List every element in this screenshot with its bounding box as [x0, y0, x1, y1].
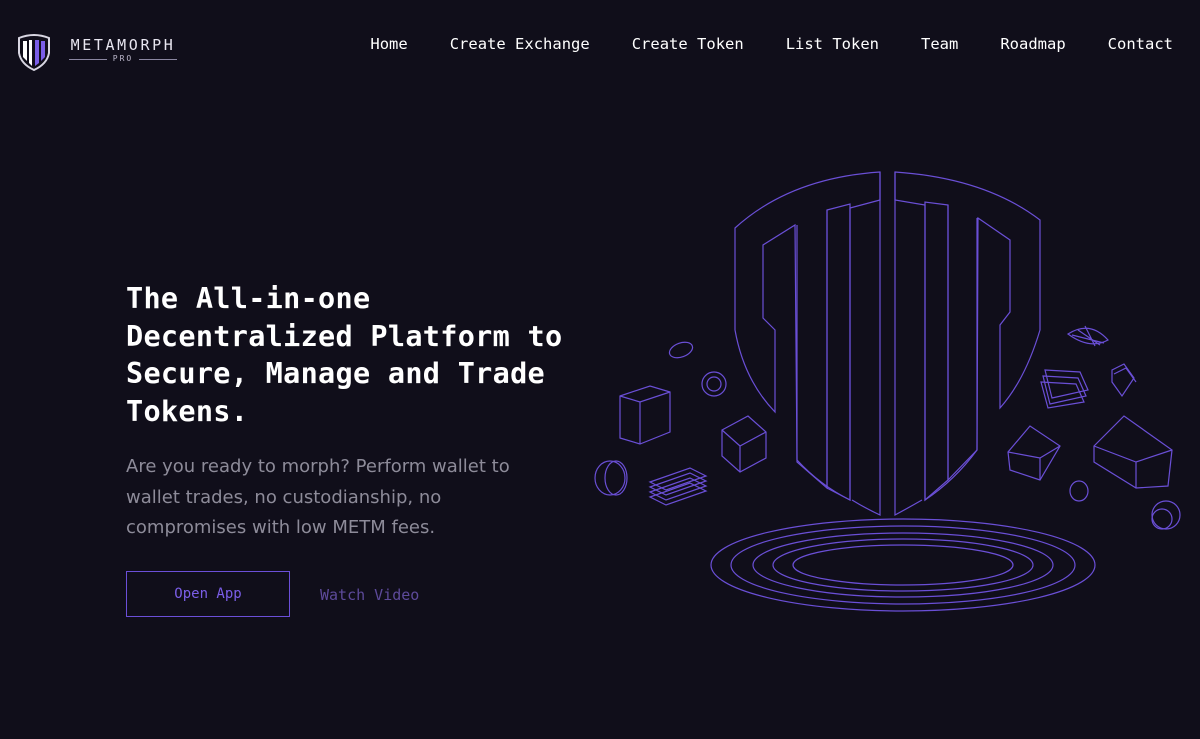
nav-create-token[interactable]: Create Token — [632, 34, 744, 54]
shield-outline — [734, 171, 1041, 517]
hero-description: Are you ready to morph? Perform wallet t… — [126, 456, 510, 538]
nav-create-exchange[interactable]: Create Exchange — [450, 34, 590, 54]
nav-contact[interactable]: Contact — [1108, 34, 1173, 54]
portal-rings — [710, 518, 1096, 612]
nav-home[interactable]: Home — [370, 34, 407, 54]
nav-team[interactable]: Team — [921, 34, 958, 54]
shield-logo-icon — [18, 34, 50, 71]
brand-logo[interactable]: METAMORPH PRO — [17, 33, 187, 73]
watch-video-button[interactable]: Watch Video — [320, 584, 419, 606]
floating-cubes-left — [594, 341, 767, 506]
nav-list-token[interactable]: List Token — [786, 34, 879, 54]
brand-wordmark: METAMORPH PRO — [69, 36, 178, 63]
floating-cubes-right — [1007, 325, 1181, 530]
divider — [69, 58, 107, 60]
brand-subtitle-row: PRO — [69, 54, 178, 63]
brand-name: METAMORPH — [70, 36, 176, 54]
main-nav: Home Create Exchange Create Token List T… — [328, 34, 1173, 54]
brand-subtitle: PRO — [112, 54, 134, 63]
divider — [139, 58, 178, 60]
nav-roadmap[interactable]: Roadmap — [1000, 34, 1065, 54]
metamorph-shield-portal-illustration — [594, 171, 1181, 612]
open-app-button[interactable]: Open App — [126, 571, 290, 617]
hero-title: The All-in-one Decentralized Platform to… — [126, 282, 563, 428]
